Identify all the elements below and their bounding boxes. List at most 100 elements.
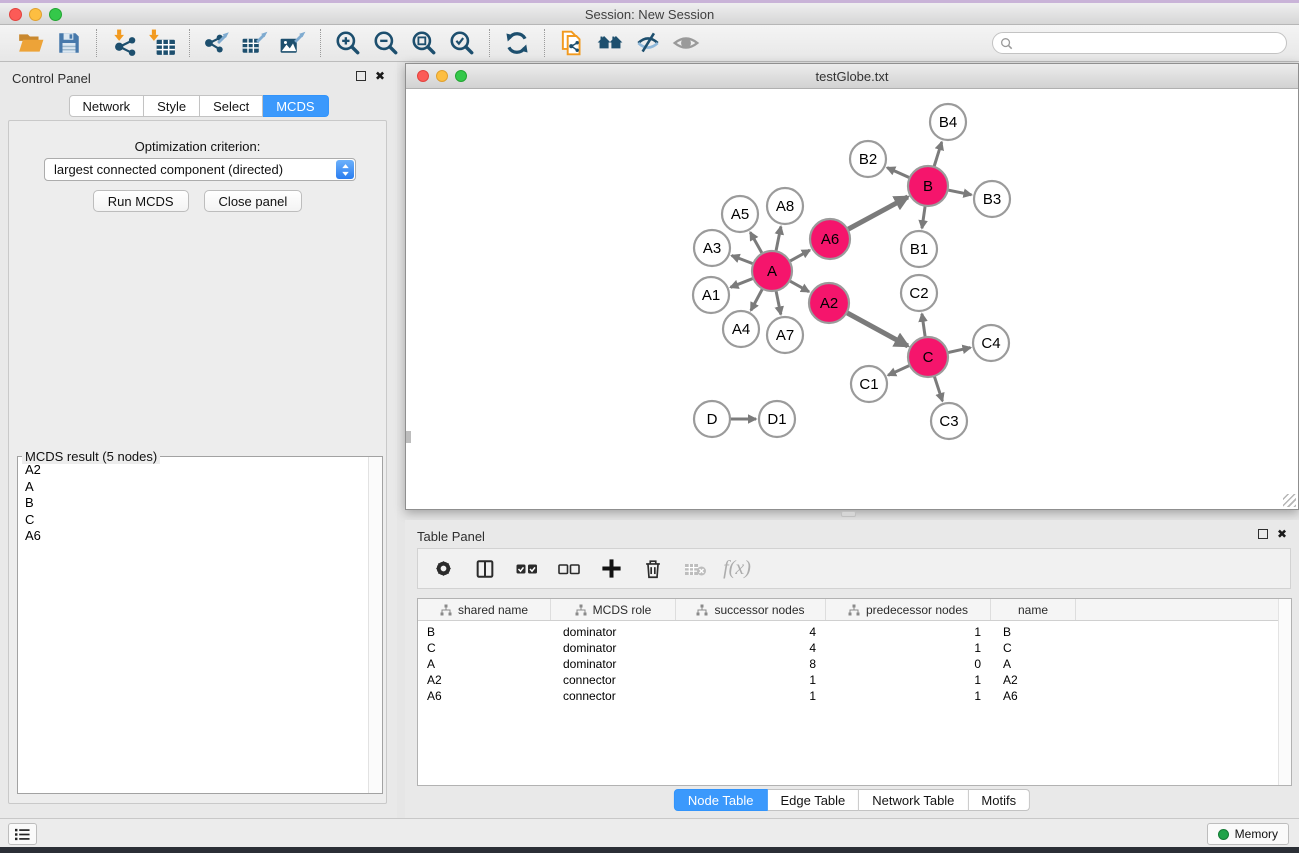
import-network-icon[interactable] — [105, 27, 143, 59]
mcds-result-scrollbar[interactable] — [368, 457, 382, 793]
save-session-icon[interactable] — [50, 27, 88, 59]
table-row[interactable]: A2connector11A2 — [418, 672, 1291, 688]
graph-node-label: C2 — [909, 285, 928, 302]
graph-node-label: C1 — [859, 376, 878, 393]
show-all-networks-icon[interactable] — [591, 27, 629, 59]
attribute-settings-icon[interactable] — [430, 556, 456, 582]
import-table-icon[interactable] — [143, 27, 181, 59]
show-hide-details-icon[interactable] — [629, 27, 667, 59]
zoom-out-icon[interactable] — [367, 27, 405, 59]
table-panel-title: Table Panel — [417, 529, 485, 544]
refresh-view-icon[interactable] — [498, 27, 536, 59]
column-header-name[interactable]: name — [991, 599, 1076, 620]
close-panel-icon[interactable]: ✖ — [375, 71, 385, 81]
control-panel-tabs: NetworkStyleSelectMCDS — [68, 95, 328, 117]
table-cell: dominator — [551, 657, 676, 671]
run-mcds-button[interactable]: Run MCDS — [93, 190, 189, 212]
export-image-icon[interactable] — [274, 27, 312, 59]
table-cell: connector — [551, 673, 676, 687]
column-layout-icon[interactable] — [472, 556, 498, 582]
memory-button[interactable]: Memory — [1207, 823, 1289, 845]
float-table-panel-icon[interactable] — [1258, 529, 1268, 539]
mcds-result-groupbox: MCDS result (5 nodes) A2ABCA6 — [17, 456, 383, 794]
table-row[interactable]: Adominator80A — [418, 656, 1291, 672]
table-cell: dominator — [551, 625, 676, 639]
float-panel-icon[interactable] — [356, 71, 366, 81]
column-header-shared-name[interactable]: shared name — [418, 599, 551, 620]
graph-node-label: D1 — [767, 411, 786, 428]
tab-network[interactable]: Network — [68, 95, 144, 117]
table-cell: 0 — [826, 657, 991, 671]
table-cell: A — [991, 657, 1076, 671]
tab-node-table[interactable]: Node Table — [674, 789, 768, 811]
table-row[interactable]: Cdominator41C — [418, 640, 1291, 656]
window-title: Session: New Session — [0, 7, 1299, 22]
graph-node-label: B2 — [859, 151, 877, 168]
graph-node-label: A4 — [732, 321, 750, 338]
mcds-result-item[interactable]: A6 — [25, 528, 361, 545]
function-builder-icon[interactable]: f(x) — [724, 556, 750, 582]
mcds-result-item[interactable]: A — [25, 479, 361, 496]
task-history-button[interactable] — [8, 823, 37, 845]
table-cell: A6 — [418, 689, 551, 703]
graph-node-label: B1 — [910, 241, 928, 258]
tab-select[interactable]: Select — [200, 95, 263, 117]
zoom-in-icon[interactable] — [329, 27, 367, 59]
table-cell: 4 — [676, 641, 826, 655]
tab-mcds[interactable]: MCDS — [263, 95, 328, 117]
add-column-icon[interactable] — [598, 556, 624, 582]
column-header-predecessor-nodes[interactable]: predecessor nodes — [826, 599, 991, 620]
export-table-icon[interactable] — [236, 27, 274, 59]
duplicate-network-icon[interactable] — [553, 27, 591, 59]
zoom-fit-icon[interactable] — [405, 27, 443, 59]
open-file-icon[interactable] — [12, 27, 50, 59]
network-window-titlebar[interactable]: testGlobe.txt — [406, 64, 1298, 89]
tab-network-table[interactable]: Network Table — [859, 789, 968, 811]
mcds-result-item[interactable]: B — [25, 495, 361, 512]
delete-column-icon[interactable] — [640, 556, 666, 582]
table-cell: 1 — [676, 673, 826, 687]
close-table-panel-icon[interactable]: ✖ — [1277, 529, 1287, 539]
table-cell: 1 — [826, 673, 991, 687]
control-panel: Control Panel ✖ NetworkStyleSelectMCDS O… — [0, 62, 397, 818]
graph-node-label: C4 — [981, 335, 1000, 352]
canvas-scrollbar-tick — [406, 431, 411, 443]
table-cell: 1 — [826, 625, 991, 639]
table-scrollbar[interactable] — [1278, 599, 1291, 785]
search-input[interactable] — [1013, 34, 1286, 52]
mcds-result-item[interactable]: C — [25, 512, 361, 529]
table-cell: 8 — [676, 657, 826, 671]
delete-table-icon[interactable] — [682, 556, 708, 582]
criterion-dropdown[interactable]: largest connected component (directed) — [44, 158, 356, 181]
column-header-successor-nodes[interactable]: successor nodes — [676, 599, 826, 620]
table-body: Bdominator41BCdominator41CAdominator80AA… — [418, 621, 1291, 704]
graph-node-label: B — [923, 178, 933, 195]
select-all-icon[interactable] — [514, 556, 540, 582]
window-resize-grip[interactable] — [1283, 494, 1296, 507]
deselect-all-icon[interactable] — [556, 556, 582, 582]
column-header-mcds-role[interactable]: MCDS role — [551, 599, 676, 620]
split-pane-divider[interactable] — [841, 511, 856, 517]
table-row[interactable]: A6connector11A6 — [418, 688, 1291, 704]
zoom-selected-icon[interactable] — [443, 27, 481, 59]
graph-node-label: A6 — [821, 231, 839, 248]
desktop-background-strip — [0, 847, 1299, 853]
graph-node-label: A7 — [776, 327, 794, 344]
table-cell: 1 — [676, 689, 826, 703]
application-window: Session: New Session — [0, 0, 1299, 853]
column-type-icon — [575, 604, 587, 616]
mcds-result-item[interactable]: A2 — [25, 462, 361, 479]
tab-style[interactable]: Style — [144, 95, 200, 117]
toolbar-separator — [320, 29, 321, 57]
export-network-icon[interactable] — [198, 27, 236, 59]
close-panel-button[interactable]: Close panel — [204, 190, 303, 212]
tab-motifs[interactable]: Motifs — [968, 789, 1030, 811]
search-box[interactable] — [992, 32, 1287, 54]
birdseye-view-icon[interactable] — [667, 27, 705, 59]
memory-label: Memory — [1235, 827, 1278, 841]
table-row[interactable]: Bdominator41B — [418, 624, 1291, 640]
network-canvas[interactable]: AA1A2A3A4A5A6A7A8BB1B2B3B4CC1C2C3C4DD1 — [406, 90, 1298, 509]
main-titlebar: Session: New Session — [0, 0, 1299, 25]
graph-node-label: B3 — [983, 191, 1001, 208]
tab-edge-table[interactable]: Edge Table — [767, 789, 859, 811]
